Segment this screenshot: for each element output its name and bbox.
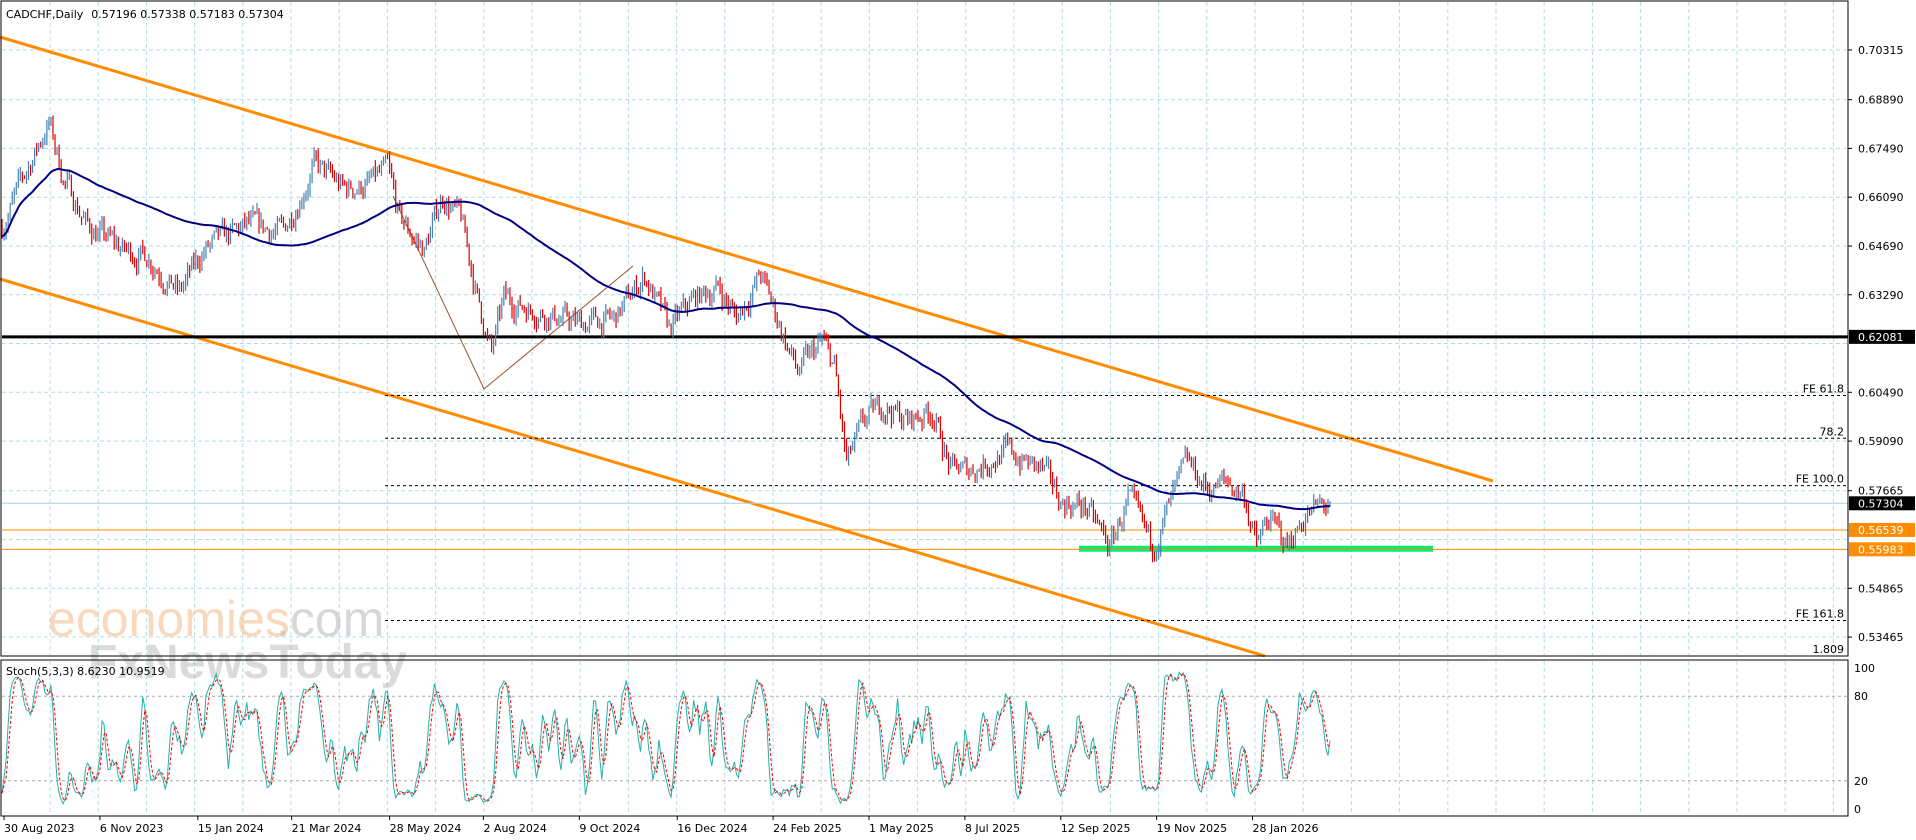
date-tick-label: 28 Jan 2026: [1253, 822, 1319, 835]
date-tick-label: 21 Mar 2024: [292, 822, 362, 835]
date-tick-label: 24 Feb 2025: [773, 822, 841, 835]
date-tick-label: 12 Sep 2025: [1061, 822, 1131, 835]
stoch-tick-label: 20: [1854, 775, 1868, 788]
date-tick-label: 16 Dec 2024: [677, 822, 747, 835]
time-axis[interactable]: 30 Aug 2023 6 Nov 2023 15 Jan 2024 21 Mar 2…: [3, 816, 1319, 835]
price-level-badge-label: 0.57304: [1858, 497, 1904, 510]
price-tick-label: 0.70315: [1858, 44, 1904, 57]
stoch-signal-line: [1, 672, 1331, 802]
drawing-objects: FE 61.8 78.2 FE 100.0 FE 161.8 1.809: [0, 35, 1848, 658]
price-tick-label: 0.67490: [1858, 142, 1904, 155]
price-chart[interactable]: economies .com FxNewsToday FE 61.878.2FE…: [0, 0, 1916, 840]
watermark-fxnewstoday: FxNewsToday: [88, 636, 408, 689]
date-tick-label: 30 Aug 2023: [4, 822, 74, 835]
price-tick-label: 0.68890: [1858, 94, 1904, 107]
symbol-label: CADCHF,Daily: [6, 8, 84, 21]
date-tick-label: 6 Nov 2023: [100, 822, 163, 835]
date-tick-label: 28 May 2024: [390, 822, 462, 835]
price-level-badge-label: 0.55983: [1858, 543, 1904, 556]
stoch-main-line: [1, 671, 1331, 806]
price-tick-label: 0.54865: [1858, 582, 1904, 595]
date-tick-label: 8 Jul 2025: [965, 822, 1020, 835]
price-tick-label: 0.59090: [1858, 435, 1904, 448]
stoch-tick-label: 0: [1854, 803, 1861, 816]
price-level-badge-label: 0.62081: [1858, 331, 1904, 344]
ohlc-values: 0.57196 0.57338 0.57183 0.57304: [91, 8, 283, 21]
fibo-level-label: FE 161.8: [1796, 608, 1844, 621]
fibo-level-label: 78.2: [1820, 425, 1845, 438]
date-tick-label: 2 Aug 2024: [483, 822, 546, 835]
date-tick-label: 9 Oct 2024: [579, 822, 640, 835]
channel-upper-line: [0, 35, 1494, 483]
price-tick-label: 0.53465: [1858, 631, 1904, 644]
fibo-level-label: FE 61.8: [1803, 382, 1844, 395]
price-level-badge-label: 0.56539: [1858, 524, 1904, 537]
stoch-label: Stoch(5,3,3) 8.6230 10.9519: [6, 665, 165, 678]
date-tick-label: 1 May 2025: [869, 822, 934, 835]
price-axis[interactable]: 0.70315 0.68890 0.67490 0.66090 0.64690 0.632…: [1848, 44, 1915, 816]
chart-header: CADCHF,Daily 0.57196 0.57338 0.57183 0.57…: [6, 8, 284, 21]
price-tick-label: 0.57665: [1858, 485, 1904, 498]
date-tick-label: 15 Jan 2024: [198, 822, 264, 835]
fibo-level-label: 1.809: [1813, 643, 1845, 656]
price-tick-label: 0.66090: [1858, 191, 1904, 204]
date-tick-label: 19 Nov 2025: [1157, 822, 1227, 835]
fibo-level-label: FE 100.0: [1796, 473, 1844, 486]
fibo-zigzag: [392, 195, 634, 390]
price-tick-label: 0.60490: [1858, 386, 1904, 399]
price-tick-label: 0.64690: [1858, 240, 1904, 253]
grid: [2, 2, 1848, 815]
stoch-tick-label: 100: [1854, 662, 1875, 675]
price-tick-label: 0.63290: [1858, 289, 1904, 302]
stoch-tick-label: 80: [1854, 690, 1868, 703]
stochastic-indicator: [1, 671, 1848, 806]
